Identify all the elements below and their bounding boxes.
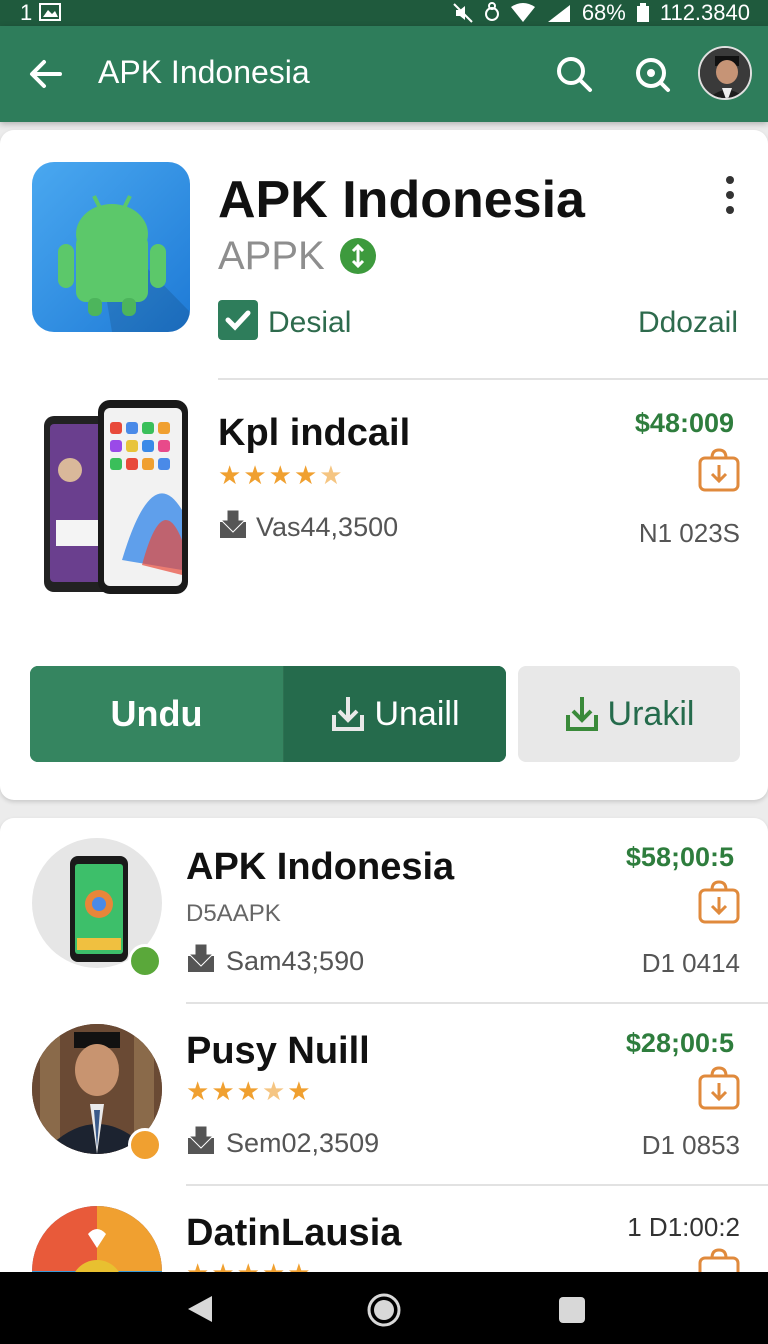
star-icon: ★	[268, 460, 292, 490]
star-half-icon: ★	[261, 1076, 286, 1106]
list-item-subtitle: D5AAPK	[186, 900, 281, 927]
battery-percent: 68%	[581, 0, 626, 25]
gallery-notification-icon	[39, 3, 62, 21]
app-subtitle: APPK	[218, 234, 325, 278]
divider	[186, 1002, 768, 1004]
battery-icon	[636, 3, 649, 22]
star-icon: ★	[287, 1076, 311, 1106]
featured-code: N1 023S	[638, 518, 740, 548]
unaill-button[interactable]: Unaill	[284, 666, 506, 762]
avatar[interactable]	[698, 46, 752, 100]
app-bar-title: APK Indonesia	[98, 54, 310, 90]
cart-download-icon[interactable]	[698, 448, 740, 492]
mute-icon	[453, 3, 473, 23]
star-icon: ★	[186, 1076, 210, 1106]
status-right: 68% 112.3840	[452, 0, 750, 26]
list-item-code: D1 0853	[641, 1130, 740, 1160]
phone-image	[42, 400, 190, 596]
featured-downloads: Vas44,3500	[256, 512, 399, 542]
star-icon: ★	[218, 460, 242, 490]
featured-app-name: Kpl indcail	[218, 412, 411, 454]
alarm-icon	[484, 2, 499, 21]
divider	[218, 378, 768, 380]
status-left: 1	[20, 0, 62, 26]
check-icon	[225, 310, 251, 331]
star-icon: ★	[243, 460, 267, 490]
list-item-title: Pusy Nuill	[186, 1030, 370, 1072]
arrow-left-icon[interactable]	[24, 52, 68, 96]
list-item-price: $58;00:5	[625, 842, 734, 872]
nav-recents-icon[interactable]	[558, 1296, 586, 1324]
list-item-image	[32, 1206, 162, 1278]
search-icon[interactable]	[552, 52, 596, 96]
status-bar: 1 68% 112.3840	[0, 0, 768, 26]
nav-back-icon[interactable]	[186, 1294, 214, 1324]
download-icon	[332, 697, 365, 731]
list-item-price: $28;00:5	[625, 1028, 734, 1058]
cart-download-icon[interactable]	[698, 1066, 740, 1110]
download-icon	[187, 1125, 215, 1154]
app-title: APK Indonesia	[218, 171, 585, 229]
list-item-rating-stars: ★ ★ ★ ★ ★	[186, 1076, 311, 1107]
list-item-downloads: Sem02,3509	[226, 1128, 380, 1158]
download-icon	[565, 697, 598, 731]
divider	[186, 1184, 768, 1186]
signal-icon	[547, 5, 570, 22]
desial-checkbox[interactable]	[218, 300, 258, 340]
urakil-button[interactable]: Urakil	[518, 666, 740, 762]
star-icon: ★	[211, 1076, 235, 1106]
star-half-icon: ★	[319, 460, 343, 490]
action-button-group: Undu Unaill	[30, 666, 506, 762]
list-item-downloads: Sam43;590	[226, 946, 365, 976]
star-icon: ★	[293, 460, 318, 490]
app-bar: APK Indonesia	[0, 26, 768, 122]
list-item-title: DatinLausia	[186, 1212, 402, 1254]
unaill-label: Unaill	[374, 694, 460, 733]
app-detail-card: APK Indonesia APPK Desial Ddozail Kpl in…	[0, 130, 768, 800]
edit-badge-icon	[128, 1128, 162, 1162]
lens-icon[interactable]	[630, 52, 674, 96]
undu-button[interactable]: Undu	[30, 666, 284, 762]
download-icon	[187, 943, 215, 972]
download-icon	[219, 509, 247, 538]
more-vert-icon[interactable]	[714, 170, 746, 220]
list-item-code: D1 0414	[641, 948, 740, 978]
check-label: Desial	[268, 306, 352, 339]
user-avatar-icon	[700, 48, 750, 98]
android-icon	[58, 195, 190, 332]
app-icon	[32, 162, 190, 332]
featured-rating-stars: ★ ★ ★ ★ ★	[218, 460, 343, 491]
status-left-text: 1	[20, 0, 33, 25]
verified-badge-icon	[340, 238, 376, 274]
urakil-label: Urakil	[607, 694, 695, 733]
system-nav-bar	[0, 1272, 768, 1344]
list-item-price: 1 D1:00:2	[627, 1212, 740, 1242]
featured-price: $48:009	[634, 408, 734, 438]
list-item-title: APK Indonesia	[186, 846, 455, 888]
app-list: APK Indonesia D5AAPK Sam43;590 $58;00:5 …	[0, 818, 768, 1278]
detail-link[interactable]: Ddozail	[638, 306, 738, 340]
cart-download-icon[interactable]	[698, 880, 740, 924]
status-right-value: 112.3840	[659, 0, 750, 25]
edit-badge-icon	[128, 944, 162, 978]
nav-home-icon[interactable]	[366, 1292, 402, 1328]
wifi-icon	[510, 3, 535, 22]
star-icon: ★	[236, 1076, 260, 1106]
